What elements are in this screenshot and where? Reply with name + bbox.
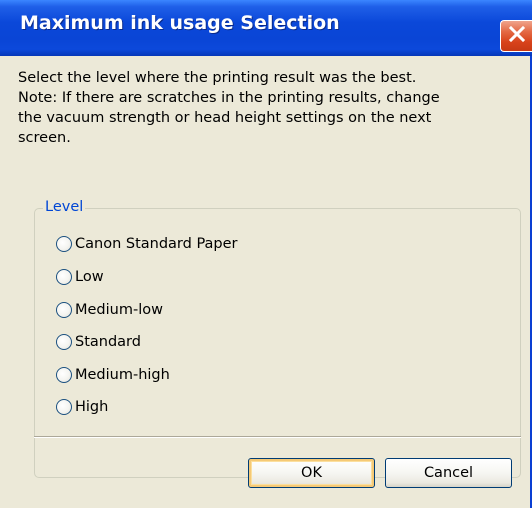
radio-button-icon[interactable] — [56, 367, 72, 383]
radio-button-icon[interactable] — [56, 236, 72, 252]
radio-medium-low[interactable]: Medium-low — [56, 299, 163, 321]
cancel-button[interactable]: Cancel — [385, 458, 512, 488]
radio-label: Medium-low — [75, 302, 163, 318]
radio-button-icon[interactable] — [56, 302, 72, 318]
radio-button-icon[interactable] — [56, 399, 72, 415]
title-bar[interactable]: Maximum ink usage Selection — [0, 0, 532, 56]
radio-high[interactable]: High — [56, 396, 108, 418]
radio-medium-high[interactable]: Medium-high — [56, 364, 170, 386]
radio-label: Canon Standard Paper — [75, 236, 238, 252]
instructions-text: Select the level where the printing resu… — [18, 68, 523, 148]
instructions-line-2: Note: If there are scratches in the prin… — [18, 90, 440, 106]
dialog-body: Select the level where the printing resu… — [0, 56, 530, 508]
ok-button[interactable]: OK — [248, 458, 375, 488]
radio-canon-standard-paper[interactable]: Canon Standard Paper — [56, 233, 238, 255]
radio-button-icon[interactable] — [56, 334, 72, 350]
radio-label: Low — [75, 269, 104, 285]
divider — [34, 436, 521, 438]
radio-label: High — [75, 399, 109, 415]
instructions-line-1: Select the level where the printing resu… — [18, 70, 417, 86]
radio-button-icon[interactable] — [56, 269, 72, 285]
window-title: Maximum ink usage Selection — [20, 12, 340, 34]
radio-standard[interactable]: Standard — [56, 331, 141, 353]
close-icon — [506, 23, 528, 49]
level-group-label: Level — [43, 197, 86, 217]
dialog-window: Maximum ink usage Selection Select the l… — [0, 0, 532, 508]
radio-label: Standard — [75, 334, 141, 350]
radio-low[interactable]: Low — [56, 266, 104, 288]
instructions-line-4: screen. — [18, 130, 71, 146]
radio-label: Medium-high — [75, 367, 170, 383]
instructions-line-3: the vacuum strength or head height setti… — [18, 110, 432, 126]
close-button[interactable] — [500, 20, 532, 52]
